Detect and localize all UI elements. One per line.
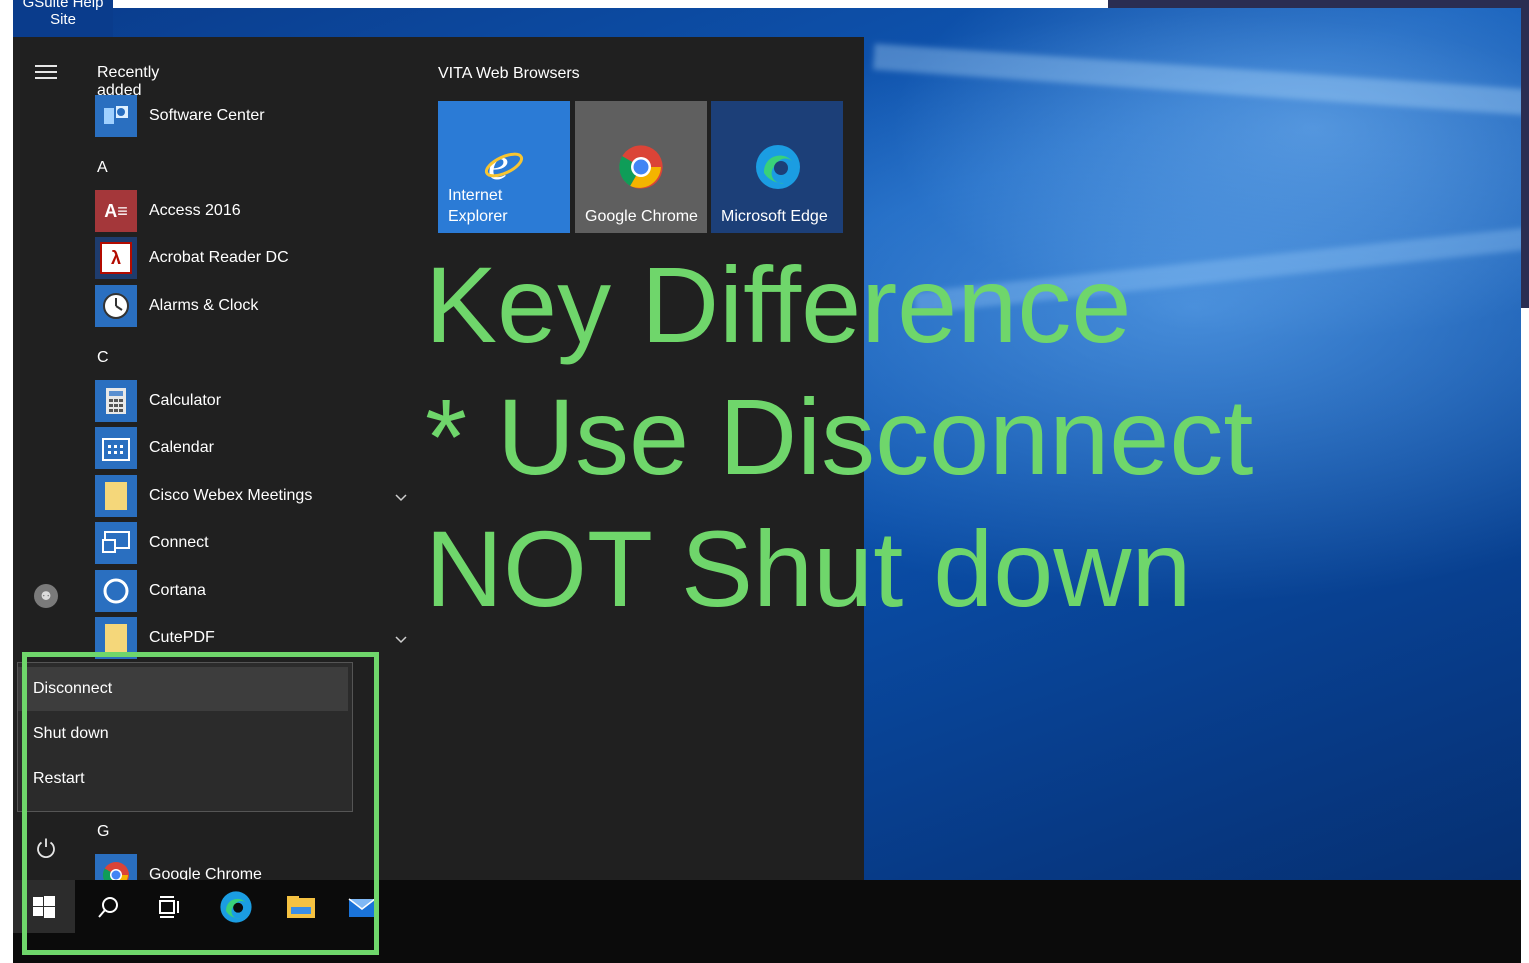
frame-corner [1521, 8, 1529, 308]
app-label: Cortana [149, 582, 206, 599]
app-label: Calculator [149, 392, 222, 409]
overlay-line-2: * Use Disconnect [425, 376, 1254, 497]
frame-corner [1108, 0, 1529, 8]
tile-label: Microsoft Edge [721, 208, 828, 225]
clock-icon [95, 285, 137, 327]
user-avatar-icon[interactable]: ⚉ [34, 584, 58, 608]
chevron-down-icon[interactable] [395, 635, 407, 645]
app-label: CutePDF [149, 629, 215, 646]
app-label: Access 2016 [149, 202, 241, 219]
section-letter-c[interactable]: C [97, 349, 109, 367]
internet-explorer-icon: e [484, 141, 524, 185]
light-beam [872, 43, 1521, 119]
tile-microsoft-edge[interactable]: Microsoft Edge [711, 101, 843, 233]
highlight-box [22, 652, 379, 955]
app-label: Software Center [149, 107, 265, 124]
edge-icon [756, 145, 800, 189]
acrobat-icon: λ [95, 237, 137, 279]
cortana-icon [95, 570, 137, 612]
chrome-icon [619, 145, 663, 189]
app-label: Cisco Webex Meetings [149, 487, 313, 504]
tile-google-chrome[interactable]: Google Chrome [575, 101, 707, 233]
app-label: Calendar [149, 439, 214, 456]
chevron-down-icon[interactable] [395, 493, 407, 503]
folder-icon [95, 475, 137, 517]
overlay-line-1: Key Difference [425, 244, 1132, 365]
connect-icon [95, 522, 137, 564]
calendar-icon [95, 427, 137, 469]
calculator-icon [95, 380, 137, 422]
tiles-group-heading: VITA Web Browsers [438, 65, 580, 82]
app-label: Connect [149, 534, 209, 551]
tile-internet-explorer[interactable]: e Internet Explorer [438, 101, 570, 233]
app-label: Acrobat Reader DC [149, 249, 289, 266]
overlay-line-3: NOT Shut down [425, 508, 1192, 629]
hamburger-menu-icon[interactable] [35, 65, 57, 79]
tile-label: Internet Explorer [448, 187, 508, 225]
site-label: GSuite Help Site [13, 0, 113, 38]
site-label-line1: GSuite Help [22, 0, 104, 11]
access-icon: A≡ [95, 190, 137, 232]
app-label: Alarms & Clock [149, 297, 259, 314]
section-letter-a[interactable]: A [97, 159, 108, 177]
site-label-line2: Site [50, 11, 76, 28]
tile-label: Google Chrome [585, 208, 698, 225]
software-center-icon [95, 95, 137, 137]
